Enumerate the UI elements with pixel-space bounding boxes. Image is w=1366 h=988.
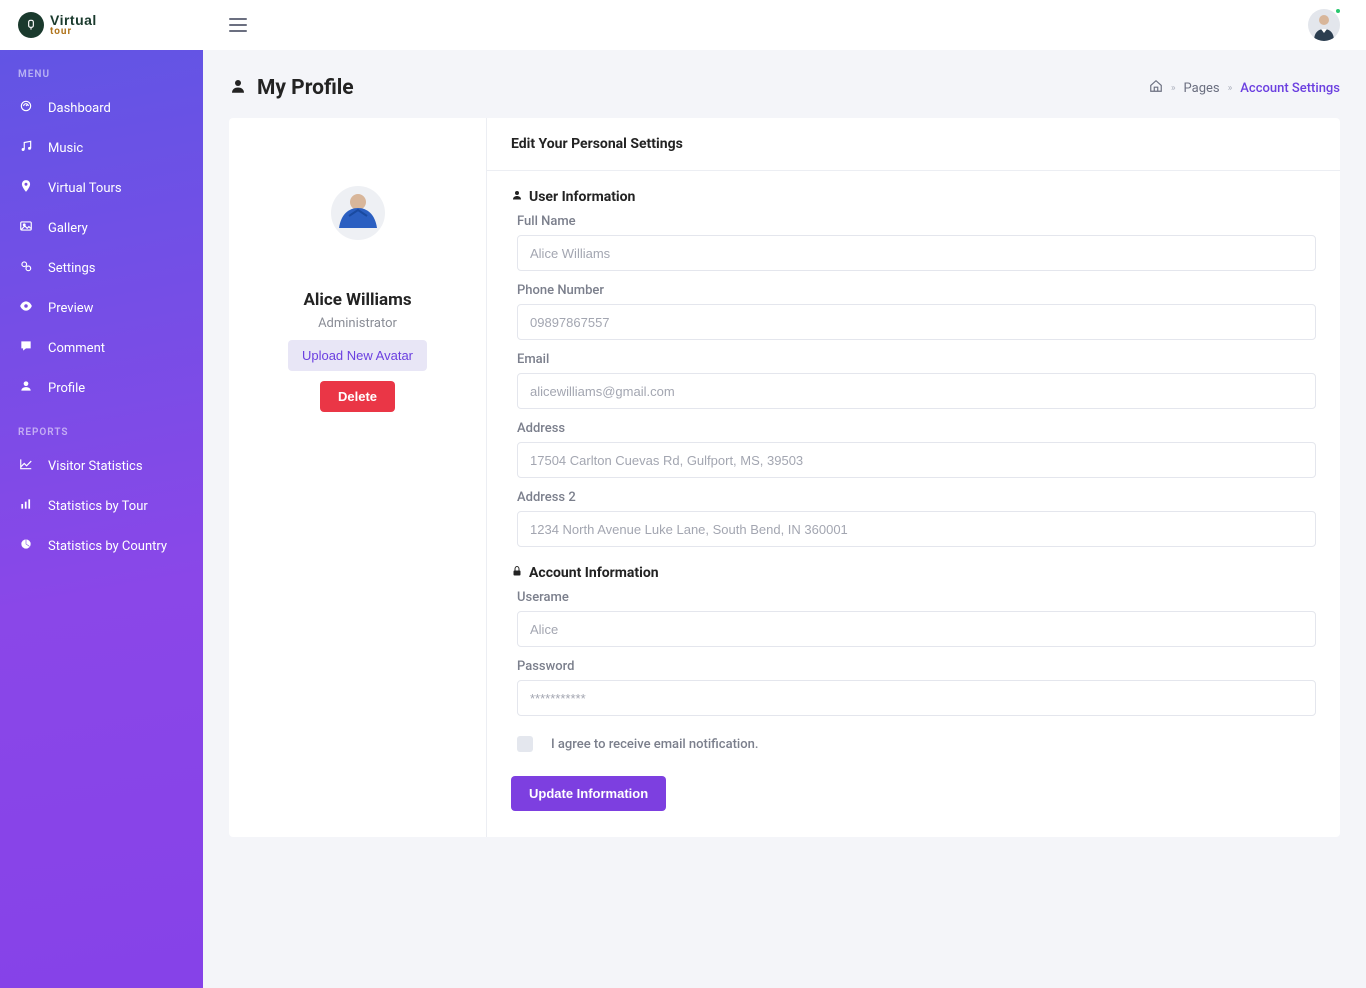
full-name-input[interactable] <box>517 235 1316 271</box>
user-info-heading: User Information <box>511 189 1316 205</box>
breadcrumb-current: Account Settings <box>1240 81 1340 96</box>
sidebar-item-label: Settings <box>48 261 95 276</box>
menu-section-label: MENU <box>0 50 203 88</box>
section-title: User Information <box>529 189 635 205</box>
sidebar-item-visitor-stats[interactable]: Visitor Statistics <box>0 446 203 486</box>
password-label: Password <box>517 659 1316 674</box>
upload-avatar-button[interactable]: Upload New Avatar <box>288 340 427 371</box>
sidebar: Virtual tour MENU Dashboard Music Virtua… <box>0 0 203 988</box>
sidebar-item-profile[interactable]: Profile <box>0 368 203 408</box>
checkbox-label: I agree to receive email notification. <box>551 737 758 752</box>
sidebar-toggle-button[interactable] <box>229 18 247 32</box>
email-label: Email <box>517 352 1316 367</box>
profile-avatar <box>331 186 385 240</box>
password-input[interactable] <box>517 680 1316 716</box>
breadcrumb: » Pages » Account Settings <box>1149 79 1340 97</box>
reports-section-label: REPORTS <box>0 408 203 446</box>
sidebar-item-label: Comment <box>48 341 105 356</box>
update-information-button[interactable]: Update Information <box>511 776 666 811</box>
profile-form-card: Edit Your Personal Settings User Informa… <box>487 118 1340 837</box>
breadcrumb-pages[interactable]: Pages <box>1184 81 1220 96</box>
full-name-label: Full Name <box>517 214 1316 229</box>
user-icon <box>18 379 34 397</box>
address-label: Address <box>517 421 1316 436</box>
sidebar-item-label: Visitor Statistics <box>48 459 143 474</box>
chart-bar-icon <box>18 497 34 515</box>
gear-icon <box>18 259 34 277</box>
user-icon <box>229 77 247 99</box>
profile-name: Alice Williams <box>249 290 466 310</box>
sidebar-item-stats-by-country[interactable]: Statistics by Country <box>0 526 203 566</box>
address-input[interactable] <box>517 442 1316 478</box>
email-input[interactable] <box>517 373 1316 409</box>
page-title: My Profile <box>257 76 354 100</box>
sidebar-item-label: Statistics by Tour <box>48 499 148 514</box>
brand-name-bottom: tour <box>50 27 97 37</box>
sidebar-item-label: Music <box>48 141 83 156</box>
user-icon <box>511 189 523 205</box>
sidebar-item-label: Profile <box>48 381 85 396</box>
sidebar-item-comment[interactable]: Comment <box>0 328 203 368</box>
sidebar-item-music[interactable]: Music <box>0 128 203 168</box>
page-header: My Profile » Pages » Account Settings <box>229 76 1340 100</box>
chart-line-icon <box>18 457 34 475</box>
username-label: Userame <box>517 590 1316 605</box>
phone-label: Phone Number <box>517 283 1316 298</box>
sidebar-item-preview[interactable]: Preview <box>0 288 203 328</box>
sidebar-item-virtual-tours[interactable]: Virtual Tours <box>0 168 203 208</box>
sidebar-item-label: Virtual Tours <box>48 181 122 196</box>
home-icon[interactable] <box>1149 79 1163 97</box>
sidebar-item-gallery[interactable]: Gallery <box>0 208 203 248</box>
breadcrumb-separator: » <box>1228 83 1233 94</box>
online-status-indicator <box>1334 7 1342 15</box>
address2-label: Address 2 <box>517 490 1316 505</box>
section-title: Account Information <box>529 565 659 581</box>
card-header: Edit Your Personal Settings <box>487 118 1340 171</box>
eye-icon <box>18 299 34 317</box>
image-icon <box>18 219 34 237</box>
dashboard-icon <box>18 99 34 117</box>
sidebar-item-label: Statistics by Country <box>48 539 167 554</box>
pie-chart-icon <box>18 537 34 555</box>
profile-role: Administrator <box>249 316 466 331</box>
address2-input[interactable] <box>517 511 1316 547</box>
map-pin-icon <box>18 179 34 197</box>
topbar <box>203 0 1366 50</box>
sidebar-item-label: Dashboard <box>48 101 111 116</box>
comment-icon <box>18 339 34 357</box>
user-avatar-menu[interactable] <box>1308 9 1340 41</box>
sidebar-item-label: Gallery <box>48 221 88 236</box>
sidebar-item-label: Preview <box>48 301 93 316</box>
username-input[interactable] <box>517 611 1316 647</box>
lock-icon <box>511 565 523 581</box>
sidebar-item-dashboard[interactable]: Dashboard <box>0 88 203 128</box>
phone-input[interactable] <box>517 304 1316 340</box>
music-icon <box>18 139 34 157</box>
account-info-heading: Account Information <box>511 565 1316 581</box>
email-notification-checkbox[interactable] <box>517 736 533 752</box>
sidebar-item-stats-by-tour[interactable]: Statistics by Tour <box>0 486 203 526</box>
main-content: My Profile » Pages » Account Settings Al… <box>203 50 1366 863</box>
delete-avatar-button[interactable]: Delete <box>320 381 395 412</box>
brand-logo[interactable]: Virtual tour <box>0 0 203 50</box>
brand-name-top: Virtual <box>50 13 97 27</box>
profile-sidebar-card: Alice Williams Administrator Upload New … <box>229 118 487 837</box>
sidebar-item-settings[interactable]: Settings <box>0 248 203 288</box>
breadcrumb-separator: » <box>1171 83 1176 94</box>
logo-icon <box>18 12 44 38</box>
